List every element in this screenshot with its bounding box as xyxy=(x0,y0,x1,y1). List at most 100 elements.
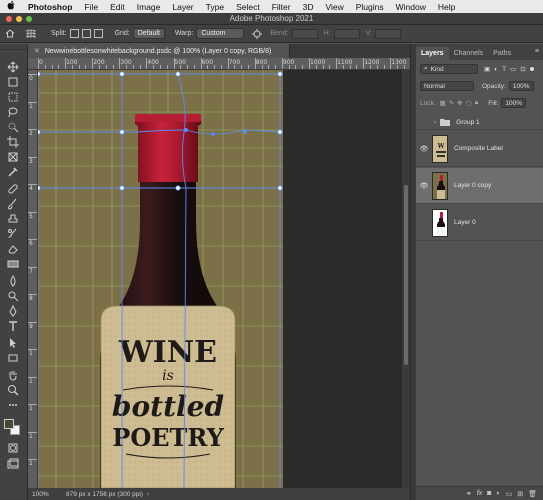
lasso-tool-icon[interactable] xyxy=(3,105,23,118)
document-dimensions[interactable]: 879 px x 1756 px (300 ppi) xyxy=(60,491,143,498)
menu-type[interactable]: Type xyxy=(200,2,230,12)
bend-field[interactable] xyxy=(291,28,318,39)
stamp-tool-icon[interactable] xyxy=(3,212,23,225)
panel-menu-icon[interactable]: ≡ xyxy=(535,48,539,55)
healing-tool-icon[interactable] xyxy=(3,182,23,195)
blur-tool-icon[interactable] xyxy=(3,274,23,287)
folder-icon[interactable]: ▭ xyxy=(506,490,513,498)
history-brush-tool-icon[interactable] xyxy=(3,227,23,240)
layer-row-layer-0[interactable]: Layer 0 xyxy=(416,205,543,241)
frame-tool-icon[interactable] xyxy=(3,150,23,163)
filter-type-icon[interactable]: T xyxy=(502,66,506,73)
hand-tool-icon[interactable] xyxy=(3,368,23,381)
lock-move-icon[interactable]: ✥ xyxy=(457,99,462,107)
lock-artboard-icon[interactable]: ▢ xyxy=(466,99,472,107)
close-window-button[interactable] xyxy=(6,16,12,22)
warp-tool-icon[interactable] xyxy=(25,29,37,39)
group-expand-icon[interactable]: › xyxy=(434,119,436,126)
menu-layer[interactable]: Layer xyxy=(166,2,199,12)
filter-shape-icon[interactable]: ▭ xyxy=(510,65,516,73)
artboard-tool-icon[interactable] xyxy=(3,75,23,88)
fill-field[interactable]: 100% xyxy=(501,98,527,108)
menu-3d[interactable]: 3D xyxy=(297,2,320,12)
screen-mode-icon[interactable] xyxy=(3,457,23,470)
split-horizontal-icon[interactable] xyxy=(93,29,103,38)
path-select-tool-icon[interactable] xyxy=(3,336,23,349)
toolbar-grip[interactable] xyxy=(0,44,27,50)
move-tool-icon[interactable] xyxy=(3,60,23,73)
menu-filter[interactable]: Filter xyxy=(266,2,297,12)
crop-tool-icon[interactable] xyxy=(3,135,23,148)
mask-icon[interactable]: ◙ xyxy=(487,490,491,497)
layer-row-layer-0-copy[interactable]: 👁︎ Layer 0 copy xyxy=(416,168,543,204)
menu-edit[interactable]: Edit xyxy=(104,2,131,12)
status-arrow-icon[interactable]: › xyxy=(147,491,149,498)
menu-plugins[interactable]: Plugins xyxy=(350,2,390,12)
menu-photoshop[interactable]: Photoshop xyxy=(22,2,78,12)
lock-all-icon[interactable]: 🔒︎ xyxy=(475,99,478,107)
close-document-icon[interactable]: ✕ xyxy=(34,47,40,55)
horizontal-ruler[interactable]: 0 100 200 300 400 500 600 700 800 900 1000 1100 1200… xyxy=(28,58,412,70)
zoom-window-button[interactable] xyxy=(26,16,32,22)
type-tool-icon[interactable] xyxy=(3,319,23,332)
quick-select-tool-icon[interactable] xyxy=(3,120,23,133)
menu-help[interactable]: Help xyxy=(432,2,461,12)
lock-paint-icon[interactable]: ✎ xyxy=(449,99,454,107)
more-tools-icon[interactable] xyxy=(3,398,23,411)
apple-menu-icon[interactable] xyxy=(0,0,22,12)
grid-select[interactable]: Default xyxy=(132,28,165,39)
filter-adjust-icon[interactable]: ◐ xyxy=(494,66,498,73)
split-vertical-icon[interactable] xyxy=(81,29,91,38)
menu-select[interactable]: Select xyxy=(230,2,266,12)
menu-window[interactable]: Window xyxy=(390,2,432,12)
layer-row-composite-label[interactable]: 👁︎ W Composite Label xyxy=(416,131,543,167)
eye-icon[interactable]: 👁︎ xyxy=(418,145,430,153)
link-icon[interactable]: ⚭ xyxy=(466,490,472,498)
menu-file[interactable]: File xyxy=(78,2,104,12)
tab-paths[interactable]: Paths xyxy=(488,47,516,60)
orientation-icon[interactable] xyxy=(252,28,263,39)
opacity-field[interactable]: 100% xyxy=(508,81,534,91)
warp-select[interactable]: Custom xyxy=(196,28,245,39)
new-layer-icon[interactable]: ⊞ xyxy=(517,490,523,498)
minimize-window-button[interactable] xyxy=(16,16,22,22)
filter-pixel-icon[interactable]: ▣ xyxy=(484,65,490,73)
pen-tool-icon[interactable] xyxy=(3,304,23,317)
filter-smart-icon[interactable]: ⊡ xyxy=(520,65,525,73)
eyedropper-tool-icon[interactable] xyxy=(3,165,23,178)
eye-icon[interactable]: 👁︎ xyxy=(418,182,430,190)
artboard[interactable]: WINE is bottled POETRY xyxy=(38,70,283,488)
blend-mode-select[interactable]: Normal xyxy=(420,81,474,91)
home-icon[interactable] xyxy=(5,29,15,38)
quick-mask-icon[interactable] xyxy=(3,441,23,454)
marquee-tool-icon[interactable] xyxy=(3,90,23,103)
tab-channels[interactable]: Channels xyxy=(449,47,489,60)
document-tab[interactable]: ✕ Newwinebottlesonwhitebackground.psdc @… xyxy=(28,44,290,58)
fx-icon[interactable]: fx xyxy=(477,490,482,497)
layer-filter-kind[interactable]: ⌕ Kind xyxy=(420,64,478,74)
tab-layers[interactable]: Layers xyxy=(416,47,449,60)
adjustment-icon[interactable]: ◐ xyxy=(496,490,500,497)
menu-view[interactable]: View xyxy=(319,2,349,12)
rectangle-tool-icon[interactable] xyxy=(3,351,23,364)
vertical-ruler[interactable]: 0 1 2 3 4 5 6 7 8 9 1 1 1 1 1 xyxy=(28,70,38,488)
foreground-color-swatch[interactable] xyxy=(4,419,14,429)
layer-row-group-1[interactable]: › Group 1 xyxy=(416,116,543,130)
lock-transparent-icon[interactable]: ▦ xyxy=(440,99,446,107)
gradient-tool-icon[interactable] xyxy=(3,257,23,270)
zoom-tool-icon[interactable] xyxy=(3,383,23,396)
menu-image[interactable]: Image xyxy=(131,2,167,12)
zoom-level[interactable]: 100% xyxy=(28,491,60,498)
eraser-tool-icon[interactable] xyxy=(3,242,23,255)
brush-tool-icon[interactable] xyxy=(3,197,23,210)
canvas-vertical-scrollbar[interactable] xyxy=(402,70,410,488)
split-cross-icon[interactable] xyxy=(69,29,79,38)
v-distortion-field[interactable] xyxy=(375,28,401,39)
dodge-tool-icon[interactable] xyxy=(3,289,23,302)
label-line-1: WINE xyxy=(118,335,217,370)
trash-icon[interactable]: 🗑︎ xyxy=(528,490,537,498)
scrollbar-thumb[interactable] xyxy=(404,185,408,365)
filter-toggle-icon[interactable] xyxy=(529,67,534,71)
h-distortion-field[interactable] xyxy=(333,28,360,39)
canvas-area[interactable]: WINE is bottled POETRY xyxy=(38,70,410,488)
